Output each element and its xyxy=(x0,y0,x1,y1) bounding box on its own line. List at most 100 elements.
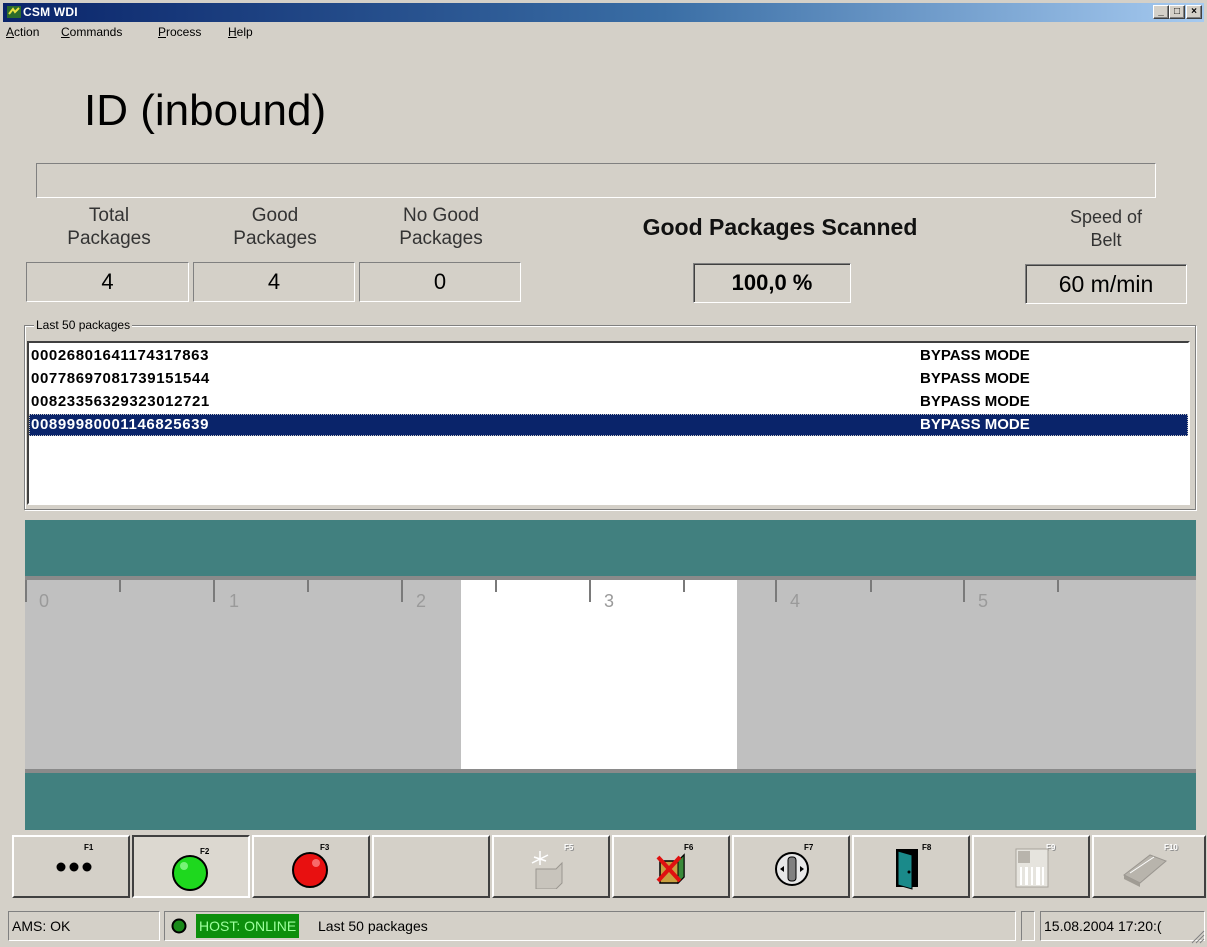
package-code: 00899980001146825639 xyxy=(31,416,210,433)
total-packages-label: Total Packages xyxy=(67,205,151,249)
status-spacer xyxy=(1021,911,1035,941)
green-start-icon xyxy=(172,855,208,891)
title-bar[interactable]: CSM WDI _ □ × xyxy=(3,3,1204,22)
barcode-grid-icon xyxy=(1015,848,1049,888)
menu-help[interactable]: Help xyxy=(228,25,253,39)
f1-menu-button[interactable]: F1 xyxy=(12,835,130,898)
scale-label: 1 xyxy=(229,591,240,611)
conveyor-bottom-band xyxy=(25,773,1196,830)
menu-commands-rest: ommands xyxy=(69,25,123,39)
speed-of-belt-label: Speed of Belt xyxy=(1069,207,1143,250)
status-message: Last 50 packages xyxy=(318,918,428,934)
window-title: CSM WDI xyxy=(23,5,78,19)
scale-label: 0 xyxy=(39,591,50,611)
no-good-packages-value: 0 xyxy=(359,262,521,302)
maximize-icon: □ xyxy=(1173,6,1181,17)
app-logo-icon xyxy=(7,6,21,18)
menu-help-key: H xyxy=(228,25,237,39)
scale-label: 5 xyxy=(978,591,989,611)
scale-tick xyxy=(683,580,685,592)
scale-tick xyxy=(870,580,872,592)
package-status: BYPASS MODE xyxy=(920,370,1030,387)
f2-start-button[interactable]: F2 xyxy=(132,835,250,898)
f6-delete-button[interactable]: F6 xyxy=(612,835,730,898)
scale-tick xyxy=(213,580,215,602)
joystick-icon xyxy=(775,852,809,886)
conveyor-view: 0 1 2 3 4 5 xyxy=(25,520,1196,830)
exit-door-icon xyxy=(896,849,918,890)
scale-tick xyxy=(1057,580,1059,592)
f9-button[interactable]: F9 xyxy=(972,835,1090,898)
menu-process[interactable]: Process xyxy=(158,25,201,39)
menu-process-rest: rocess xyxy=(166,25,202,39)
good-packages-scanned-label: Good Packages Scanned xyxy=(642,214,918,240)
host-led-icon xyxy=(171,918,187,934)
good-packages-label: Good Packages xyxy=(233,205,317,249)
scale-tick xyxy=(307,580,309,592)
delete-package-icon xyxy=(656,853,685,885)
speed-of-belt-value: 60 m/min xyxy=(1025,264,1187,304)
main-window: CSM WDI _ □ × Action Commands Process He… xyxy=(0,0,1207,947)
menu-help-rest: elp xyxy=(236,25,253,39)
scale-tick xyxy=(775,580,777,602)
good-packages-scanned-value: 100,0 % xyxy=(693,263,851,303)
list-item-selected[interactable]: 00899980001146825639 BYPASS MODE xyxy=(29,414,1188,436)
package-code: 00823356329323012721 xyxy=(31,393,210,410)
package-sparkle-icon xyxy=(531,851,563,889)
no-good-packages-label: No Good Packages xyxy=(399,205,483,249)
red-stop-icon xyxy=(292,852,328,888)
menu-action-key: A xyxy=(6,25,15,39)
maximize-button[interactable]: □ xyxy=(1169,5,1185,19)
status-bar: AMS: OK HOST: ONLINE Last 50 packages 15… xyxy=(0,904,1207,947)
list-item[interactable]: 00823356329323012721 BYPASS MODE xyxy=(29,391,1188,413)
scale-tick xyxy=(25,580,27,602)
list-item[interactable]: 00778697081739151544 BYPASS MODE xyxy=(29,368,1188,390)
menu-action-rest: ction xyxy=(14,25,40,39)
page-title: ID (inbound) xyxy=(84,86,327,135)
last-packages-legend: Last 50 packages xyxy=(34,318,133,332)
menu-commands-key: C xyxy=(61,25,70,39)
menu-action[interactable]: Action xyxy=(6,25,39,39)
close-button[interactable]: × xyxy=(1186,5,1202,19)
f5-button[interactable]: F5 xyxy=(492,835,610,898)
status-datetime: 15.08.2004 17:20:( xyxy=(1040,911,1205,941)
function-key-bar: F1 F2 F3 F5 F6 F7 F8 F9 F10 xyxy=(8,835,1207,899)
message-bar xyxy=(36,163,1156,198)
f1-key-label: F1 xyxy=(84,843,94,852)
f4-empty-button[interactable] xyxy=(372,835,490,898)
scale-tick xyxy=(963,580,965,602)
package-status: BYPASS MODE xyxy=(920,347,1030,364)
scale-tick xyxy=(589,580,591,602)
book-icon xyxy=(1123,854,1167,887)
package-on-belt xyxy=(461,580,737,770)
package-code: 00026801641174317863 xyxy=(31,347,210,364)
ams-status: AMS: OK xyxy=(8,911,160,941)
f8-exit-button[interactable]: F8 xyxy=(852,835,970,898)
minimize-icon: _ xyxy=(1158,6,1164,17)
f7-manual-button[interactable]: F7 xyxy=(732,835,850,898)
total-packages-value: 4 xyxy=(26,262,189,302)
more-dots-icon xyxy=(56,862,92,872)
packages-list[interactable]: 00026801641174317863 BYPASS MODE 0077869… xyxy=(27,341,1190,505)
close-icon: × xyxy=(1191,6,1197,17)
scale-tick xyxy=(401,580,403,602)
menu-process-key: P xyxy=(158,25,167,39)
good-packages-value: 4 xyxy=(193,262,355,302)
host-status-badge: HOST: ONLINE xyxy=(196,914,300,938)
resize-grip-icon[interactable] xyxy=(1189,928,1205,944)
conveyor-top-band xyxy=(25,520,1196,576)
scale-label: 4 xyxy=(790,591,801,611)
package-status: BYPASS MODE xyxy=(920,393,1030,410)
scale-label: 3 xyxy=(604,591,615,611)
menu-bar: Action Commands Process Help xyxy=(3,22,1204,42)
scale-tick xyxy=(495,580,497,592)
scale-label: 2 xyxy=(416,591,427,611)
f10-button[interactable]: F10 xyxy=(1092,835,1206,898)
package-status: BYPASS MODE xyxy=(920,416,1030,433)
scale-tick xyxy=(119,580,121,592)
minimize-button[interactable]: _ xyxy=(1153,5,1169,19)
package-code: 00778697081739151544 xyxy=(31,370,210,387)
menu-commands[interactable]: Commands xyxy=(61,25,122,39)
f3-stop-button[interactable]: F3 xyxy=(252,835,370,898)
list-item[interactable]: 00026801641174317863 BYPASS MODE xyxy=(29,345,1188,367)
